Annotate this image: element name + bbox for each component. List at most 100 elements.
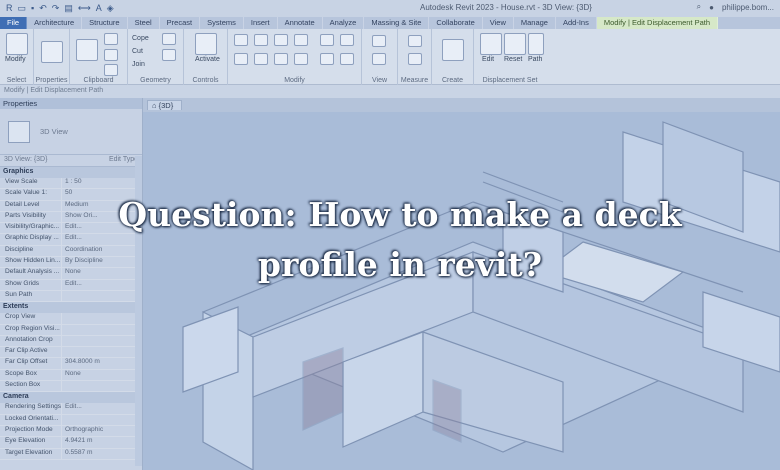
user-name[interactable]: philippe.bom... bbox=[722, 3, 774, 12]
tab-add-ins[interactable]: Add-Ins bbox=[556, 17, 597, 29]
property-row[interactable]: Crop Region Visi... bbox=[0, 324, 142, 336]
user-icon[interactable]: ● bbox=[709, 3, 714, 12]
tab-systems[interactable]: Systems bbox=[200, 17, 244, 29]
copy-element-icon[interactable] bbox=[340, 34, 354, 46]
copy-icon[interactable] bbox=[104, 49, 118, 61]
tab-precast[interactable]: Precast bbox=[160, 17, 201, 29]
measure-tool-icon[interactable] bbox=[408, 35, 422, 47]
trim-icon[interactable] bbox=[254, 53, 268, 65]
activate-label[interactable]: Activate bbox=[195, 56, 220, 63]
cut-icon[interactable] bbox=[104, 33, 118, 45]
edit-label[interactable]: Edit bbox=[482, 56, 494, 63]
dimension-icon[interactable] bbox=[408, 53, 422, 65]
property-value[interactable] bbox=[62, 313, 142, 323]
tab-annotate[interactable]: Annotate bbox=[278, 17, 323, 29]
override-icon[interactable] bbox=[372, 53, 386, 65]
scale-icon[interactable] bbox=[320, 53, 334, 65]
revit-logo-icon[interactable]: R bbox=[6, 3, 13, 14]
hide-icon[interactable] bbox=[372, 35, 386, 47]
tab-steel[interactable]: Steel bbox=[128, 17, 160, 29]
open-icon[interactable]: ▭ bbox=[18, 3, 27, 14]
instance-selector[interactable]: 3D View: {3D} Edit Type bbox=[0, 155, 142, 167]
reset-displacement-icon[interactable] bbox=[504, 33, 526, 55]
mirror-draw-icon[interactable] bbox=[294, 34, 308, 46]
view-tab-3d[interactable]: ⌂ {3D} bbox=[147, 100, 183, 110]
property-value[interactable]: 4.9421 m bbox=[62, 437, 142, 447]
property-row[interactable]: Rendering Settings Edit... bbox=[0, 403, 142, 415]
text-icon[interactable]: A bbox=[96, 3, 102, 14]
property-row[interactable]: Locked Orientati... bbox=[0, 414, 142, 426]
property-group-header[interactable]: Camera bbox=[0, 392, 142, 404]
3d-view-icon[interactable]: ◈ bbox=[107, 3, 114, 14]
tab-manage[interactable]: Manage bbox=[514, 17, 556, 29]
cut-geometry-button[interactable]: Cut bbox=[132, 48, 143, 55]
properties-icon[interactable] bbox=[41, 41, 63, 63]
rotate-icon[interactable] bbox=[234, 53, 248, 65]
reset-label[interactable]: Reset bbox=[504, 56, 522, 63]
create-part-icon[interactable] bbox=[442, 39, 464, 61]
array-icon[interactable] bbox=[294, 53, 308, 65]
move-icon[interactable] bbox=[320, 34, 334, 46]
property-row[interactable]: Far Clip Active bbox=[0, 347, 142, 359]
save-icon[interactable]: ▪ bbox=[31, 3, 34, 14]
offset-icon[interactable] bbox=[254, 34, 268, 46]
join-button[interactable]: Join bbox=[132, 61, 145, 68]
tab-analyze[interactable]: Analyze bbox=[323, 17, 365, 29]
delete-icon[interactable] bbox=[340, 53, 354, 65]
measure-icon[interactable]: ⟷ bbox=[78, 3, 91, 14]
tab-architecture[interactable]: Architecture bbox=[27, 17, 83, 29]
tab-modify-edit-displacement-path[interactable]: Modify | Edit Displacement Path bbox=[596, 17, 719, 29]
edit-displacement-icon[interactable] bbox=[480, 33, 502, 55]
redo-icon[interactable]: ↷ bbox=[52, 3, 60, 14]
align-icon[interactable] bbox=[234, 34, 248, 46]
modify-button-label[interactable]: Modify bbox=[5, 56, 26, 63]
path-icon[interactable] bbox=[528, 33, 544, 55]
mirror-icon[interactable] bbox=[274, 34, 288, 46]
tab-structure[interactable]: Structure bbox=[82, 17, 128, 29]
tab-view[interactable]: View bbox=[483, 17, 514, 29]
search-icon[interactable]: ⌕ bbox=[697, 2, 701, 12]
property-row[interactable]: Target Elevation 0.5587 m bbox=[0, 448, 142, 460]
property-value[interactable] bbox=[62, 336, 142, 346]
undo-icon[interactable]: ↶ bbox=[39, 3, 47, 14]
edit-type-button[interactable]: Edit Type bbox=[109, 156, 138, 165]
3d-viewport[interactable] bbox=[143, 112, 780, 470]
property-value[interactable]: None bbox=[62, 370, 142, 380]
property-value[interactable]: 1 : 50 bbox=[62, 178, 142, 188]
property-row[interactable]: View Scale 1 : 50 bbox=[0, 178, 142, 190]
property-group-header[interactable]: Extents bbox=[0, 302, 142, 314]
modify-cursor-icon[interactable] bbox=[6, 33, 28, 55]
type-selector[interactable]: 3D View bbox=[0, 109, 142, 155]
property-value[interactable] bbox=[62, 291, 142, 301]
property-row[interactable]: Far Clip Offset 304.8000 m bbox=[0, 358, 142, 370]
property-row[interactable]: Scope Box None bbox=[0, 369, 142, 382]
property-value[interactable]: Orthographic bbox=[62, 426, 142, 436]
property-value[interactable] bbox=[62, 415, 142, 425]
property-row[interactable]: Sun Path bbox=[0, 290, 142, 303]
property-value[interactable] bbox=[62, 347, 142, 357]
property-row[interactable]: Eye Elevation 4.9421 m bbox=[0, 437, 142, 449]
tab-massing-site[interactable]: Massing & Site bbox=[364, 17, 430, 29]
property-row[interactable]: Annotation Crop bbox=[0, 335, 142, 348]
activate-icon[interactable] bbox=[195, 33, 217, 55]
property-value[interactable] bbox=[62, 325, 142, 335]
property-value[interactable]: Edit... bbox=[62, 403, 142, 413]
tab-collaborate[interactable]: Collaborate bbox=[429, 17, 483, 29]
property-row[interactable]: Section Box bbox=[0, 381, 142, 393]
property-value[interactable]: 0.5587 m bbox=[62, 449, 142, 459]
property-value[interactable] bbox=[62, 381, 142, 391]
property-row[interactable]: Crop View bbox=[0, 313, 142, 325]
wall-join-icon[interactable] bbox=[162, 33, 176, 45]
split-icon[interactable] bbox=[274, 53, 288, 65]
print-icon[interactable]: ▤ bbox=[64, 3, 73, 14]
paste-icon[interactable] bbox=[76, 39, 98, 61]
tab-file[interactable]: File bbox=[0, 17, 28, 29]
path-label[interactable]: Path bbox=[528, 56, 542, 63]
match-properties-icon[interactable] bbox=[104, 64, 118, 76]
cope-button[interactable]: Cope bbox=[132, 35, 149, 42]
tab-insert[interactable]: Insert bbox=[244, 17, 278, 29]
property-group-header[interactable]: Graphics bbox=[0, 167, 142, 178]
property-row[interactable]: Projection Mode Orthographic bbox=[0, 425, 142, 438]
split-face-icon[interactable] bbox=[162, 49, 176, 61]
property-value[interactable]: 304.8000 m bbox=[62, 358, 142, 368]
